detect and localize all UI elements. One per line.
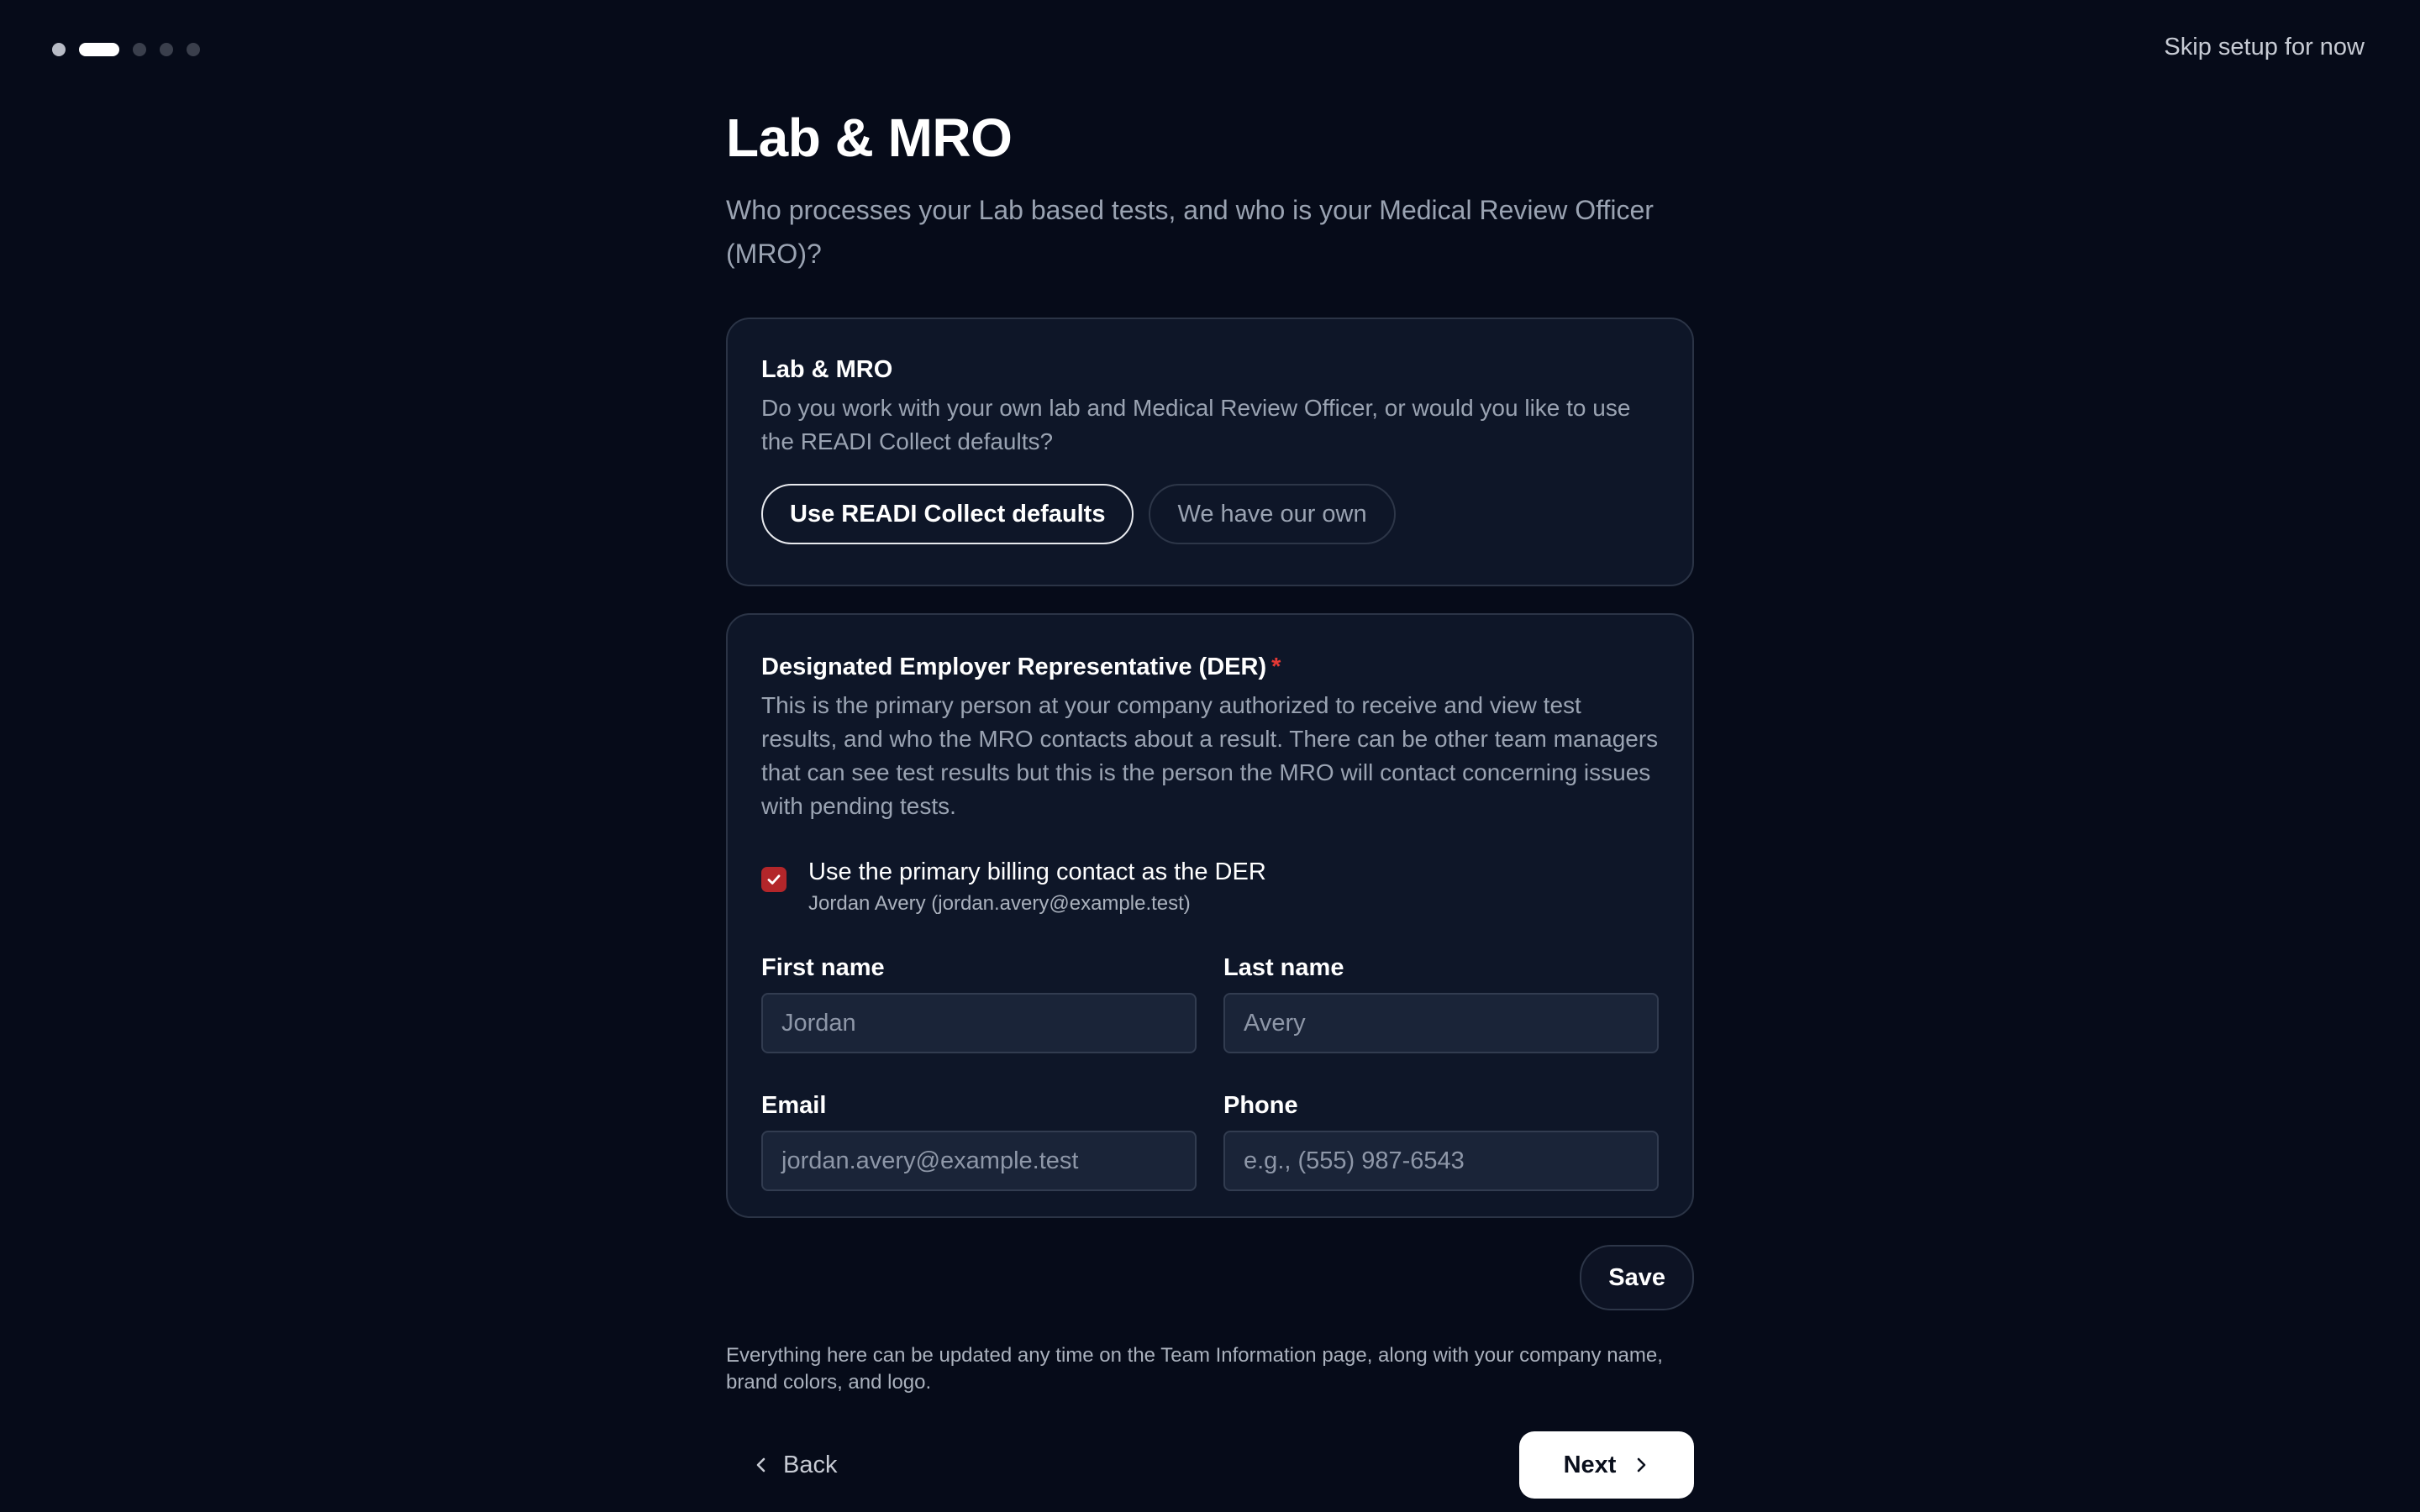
phone-field[interactable]: e.g., (555) 987-6543: [1223, 1131, 1659, 1191]
page-subtitle: Who processes your Lab based tests, and …: [726, 195, 1654, 269]
have-own-option[interactable]: We have our own: [1149, 484, 1396, 544]
phone-group: Phone e.g., (555) 987-6543: [1223, 1089, 1659, 1191]
chevron-right-icon: [1638, 1457, 1646, 1473]
der-title-text: Designated Employer Representative (DER): [761, 654, 1267, 680]
der-card: Designated Employer Representative (DER)…: [726, 613, 1694, 1218]
billing-contact-checkbox[interactable]: [761, 867, 786, 892]
navigation-row: Back Next: [726, 1431, 1694, 1499]
save-button[interactable]: Save: [1580, 1245, 1694, 1310]
last-name-group: Last name Avery: [1223, 951, 1659, 1053]
last-name-label: Last name: [1223, 954, 1344, 981]
phone-label: Phone: [1223, 1092, 1298, 1119]
skip-setup-link[interactable]: Skip setup for now: [2164, 34, 2365, 61]
step-progress-indicator: [52, 43, 200, 56]
use-defaults-option[interactable]: Use READI Collect defaults: [761, 484, 1134, 544]
back-label: Back: [783, 1451, 838, 1478]
page-title: Lab & MRO: [726, 108, 1013, 168]
step-dot-current: [79, 43, 119, 56]
checkbox-text: Use the primary billing contact as the D…: [808, 855, 1266, 919]
first-name-group: First name Jordan: [761, 951, 1197, 1053]
step-dot-upcoming: [160, 43, 173, 56]
lab-mro-card-description: Do you work with your own lab and Medica…: [761, 395, 1631, 454]
lab-mro-card-title: Lab & MRO: [761, 356, 893, 383]
email-group: Email jordan.avery@example.test: [761, 1089, 1197, 1191]
checkbox-label: Use the primary billing contact as the D…: [808, 858, 1266, 885]
email-field[interactable]: jordan.avery@example.test: [761, 1131, 1197, 1191]
billing-contact-checkbox-row: Use the primary billing contact as the D…: [761, 855, 1659, 919]
lab-mro-card: Lab & MRO Do you work with your own lab …: [726, 318, 1694, 586]
save-row: Save: [726, 1245, 1694, 1310]
der-card-description: This is the primary person at your compa…: [761, 692, 1659, 819]
lab-mro-options: Use READI Collect defaults We have our o…: [761, 484, 1659, 544]
checkbox-sublabel: Jordan Avery (jordan.avery@example.test): [808, 892, 1191, 915]
email-label: Email: [761, 1092, 827, 1119]
checkmark-icon: [767, 874, 781, 885]
der-card-title: Designated Employer Representative (DER)…: [761, 650, 1659, 684]
back-button[interactable]: Back: [726, 1431, 837, 1499]
next-button[interactable]: Next: [1519, 1431, 1694, 1499]
chevron-left-icon: [756, 1457, 765, 1473]
first-name-label: First name: [761, 954, 885, 981]
der-form-fields: First name Jordan Last name Avery Email …: [761, 951, 1659, 1191]
step-dot-completed: [52, 43, 66, 56]
footnote: Everything here can be updated any time …: [726, 1344, 1663, 1394]
next-label: Next: [1563, 1451, 1617, 1478]
required-asterisk: *: [1271, 654, 1281, 680]
step-dot-upcoming: [133, 43, 146, 56]
main-content: Lab & MRO Who processes your Lab based t…: [726, 104, 1694, 1499]
step-dot-upcoming: [187, 43, 200, 56]
last-name-field[interactable]: Avery: [1223, 993, 1659, 1053]
first-name-field[interactable]: Jordan: [761, 993, 1197, 1053]
